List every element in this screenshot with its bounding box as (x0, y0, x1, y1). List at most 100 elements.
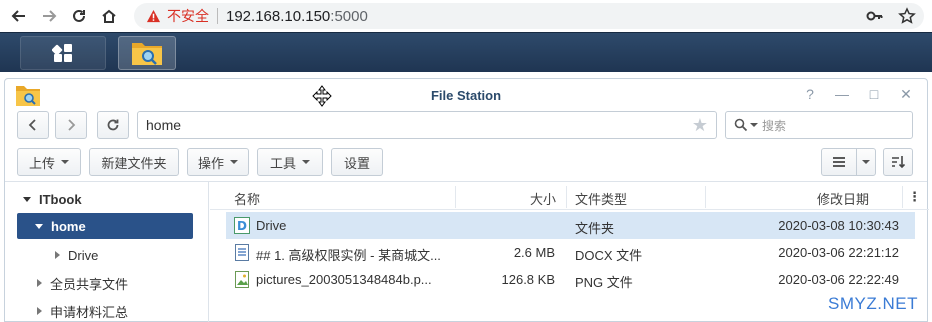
close-button[interactable]: ✕ (897, 85, 915, 103)
search-input[interactable]: 搜索 (725, 111, 913, 139)
chevron-down-icon (302, 160, 310, 164)
forward-button[interactable] (38, 5, 60, 27)
collapse-arrow-icon[interactable] (37, 279, 42, 287)
reload-button[interactable] (68, 5, 90, 27)
chevron-right-icon (68, 119, 76, 131)
dsm-taskbar (0, 32, 932, 72)
chevron-down-icon (230, 160, 238, 164)
file-modified: 2020-03-08 10:30:43 (778, 218, 899, 233)
search-icon (734, 118, 748, 132)
taskbar-file-station[interactable] (118, 36, 176, 70)
file-type: PNG 文件 (575, 275, 633, 290)
home-icon (102, 9, 116, 23)
window-titlebar[interactable]: File Station ? — □ ✕ (5, 79, 927, 111)
new-folder-label: 新建文件夹 (101, 155, 167, 171)
column-header-type[interactable]: 文件类型 (575, 189, 627, 208)
collapse-arrow-icon[interactable] (37, 307, 42, 315)
svg-text:D: D (237, 219, 247, 233)
arrow-right-icon (43, 10, 57, 22)
file-station-window: File Station ? — □ ✕ home ★ 搜索 上传 新建文件夹 … (4, 78, 929, 322)
column-divider[interactable] (902, 186, 903, 208)
sort-button[interactable] (883, 148, 913, 176)
list-header: 名称 大小 文件类型 修改日期 ⋮ (210, 182, 929, 210)
chevron-left-icon (28, 119, 36, 131)
search-options-caret-icon[interactable] (750, 123, 758, 127)
file-name: pictures_2003051348484b.p... (256, 272, 432, 287)
column-divider[interactable] (455, 186, 456, 208)
drive-folder-icon: D (234, 217, 250, 234)
file-row[interactable]: D Drive 文件夹 2020-03-08 10:30:43 (226, 212, 915, 239)
home-button[interactable] (98, 5, 120, 27)
tree-node-itbook[interactable]: ITbook (17, 186, 193, 212)
warning-icon (146, 9, 161, 22)
column-divider[interactable] (566, 186, 567, 208)
column-options-icon[interactable]: ⋮ (908, 189, 921, 205)
tree-node-label: ITbook (39, 191, 82, 207)
divider (217, 8, 218, 24)
forward-nav-button[interactable] (55, 111, 87, 139)
minimize-button[interactable]: — (833, 85, 851, 103)
upload-button[interactable]: 上传 (17, 148, 81, 176)
settings-button[interactable]: 设置 (331, 148, 383, 176)
action-button[interactable]: 操作 (187, 148, 249, 176)
refresh-button[interactable] (97, 111, 129, 139)
maximize-button[interactable]: □ (865, 85, 883, 103)
view-mode-dropdown[interactable] (856, 148, 876, 176)
tree-node-apply[interactable]: 申请材料汇总 (17, 298, 193, 322)
back-nav-button[interactable] (17, 111, 49, 139)
search-placeholder: 搜索 (762, 118, 787, 133)
back-button[interactable] (8, 5, 30, 27)
bookmark-star-icon[interactable] (898, 7, 916, 25)
tools-label: 工具 (269, 155, 296, 171)
file-size: 2.6 MB (513, 245, 555, 260)
chevron-down-icon (61, 160, 69, 164)
file-list: 名称 大小 文件类型 修改日期 ⋮ D Drive 文件夹 2020-03-08… (210, 182, 929, 322)
tree-node-label: 申请材料汇总 (50, 304, 129, 320)
list-view-icon (833, 157, 845, 167)
view-mode-button[interactable] (821, 148, 857, 176)
url-port: :5000 (330, 7, 368, 25)
file-size: 126.8 KB (501, 272, 556, 287)
folder-tree: ITbook home Drive 全员共享文件 申请材料汇总 (5, 182, 209, 322)
main-menu-button[interactable] (20, 36, 106, 70)
key-icon[interactable] (866, 7, 884, 25)
tree-node-drive[interactable]: Drive (17, 242, 193, 268)
favorite-star-icon[interactable]: ★ (692, 115, 708, 135)
column-divider[interactable] (705, 186, 706, 208)
upload-label: 上传 (28, 155, 55, 171)
tree-node-label: home (51, 218, 86, 234)
column-header-name[interactable]: 名称 (234, 189, 260, 208)
expand-arrow-icon[interactable] (23, 196, 31, 202)
tree-node-shared[interactable]: 全员共享文件 (17, 270, 193, 296)
arrow-left-icon (11, 10, 25, 22)
tools-button[interactable]: 工具 (257, 148, 323, 176)
file-modified: 2020-03-06 22:22:49 (778, 272, 899, 287)
file-modified: 2020-03-06 22:21:12 (778, 245, 899, 260)
file-row[interactable]: pictures_2003051348484b.p... 126.8 KB PN… (226, 266, 915, 293)
security-warning[interactable]: 不安全 (146, 6, 209, 26)
help-button[interactable]: ? (801, 85, 819, 103)
browser-toolbar: 不安全 192.168.10.150:5000 (0, 0, 932, 32)
sort-icon (892, 156, 905, 169)
action-label: 操作 (197, 155, 224, 171)
path-input[interactable]: home ★ (137, 111, 717, 139)
settings-label: 设置 (343, 155, 370, 171)
new-folder-button[interactable]: 新建文件夹 (89, 148, 179, 176)
file-row[interactable]: ## 1. 高级权限实例 - 某商城文... 2.6 MB DOCX 文件 20… (226, 239, 915, 266)
path-text: home (146, 117, 182, 133)
tree-node-home[interactable]: home (17, 213, 193, 239)
chevron-down-icon (862, 160, 870, 164)
reload-icon (73, 9, 85, 22)
address-bar[interactable]: 不安全 192.168.10.150:5000 (134, 3, 924, 29)
tree-node-label: 全员共享文件 (50, 276, 129, 292)
file-type: DOCX 文件 (575, 248, 643, 263)
column-header-size[interactable]: 大小 (530, 189, 556, 208)
watermark: SMYZ.NET (828, 294, 918, 313)
window-title: File Station (430, 88, 502, 103)
column-header-modified[interactable]: 修改日期 (817, 189, 869, 208)
expand-arrow-icon[interactable] (35, 223, 43, 229)
folder-search-icon (132, 43, 162, 65)
collapse-arrow-icon[interactable] (55, 251, 60, 259)
tree-node-label: Drive (68, 247, 99, 263)
warning-text: 不安全 (167, 8, 209, 24)
